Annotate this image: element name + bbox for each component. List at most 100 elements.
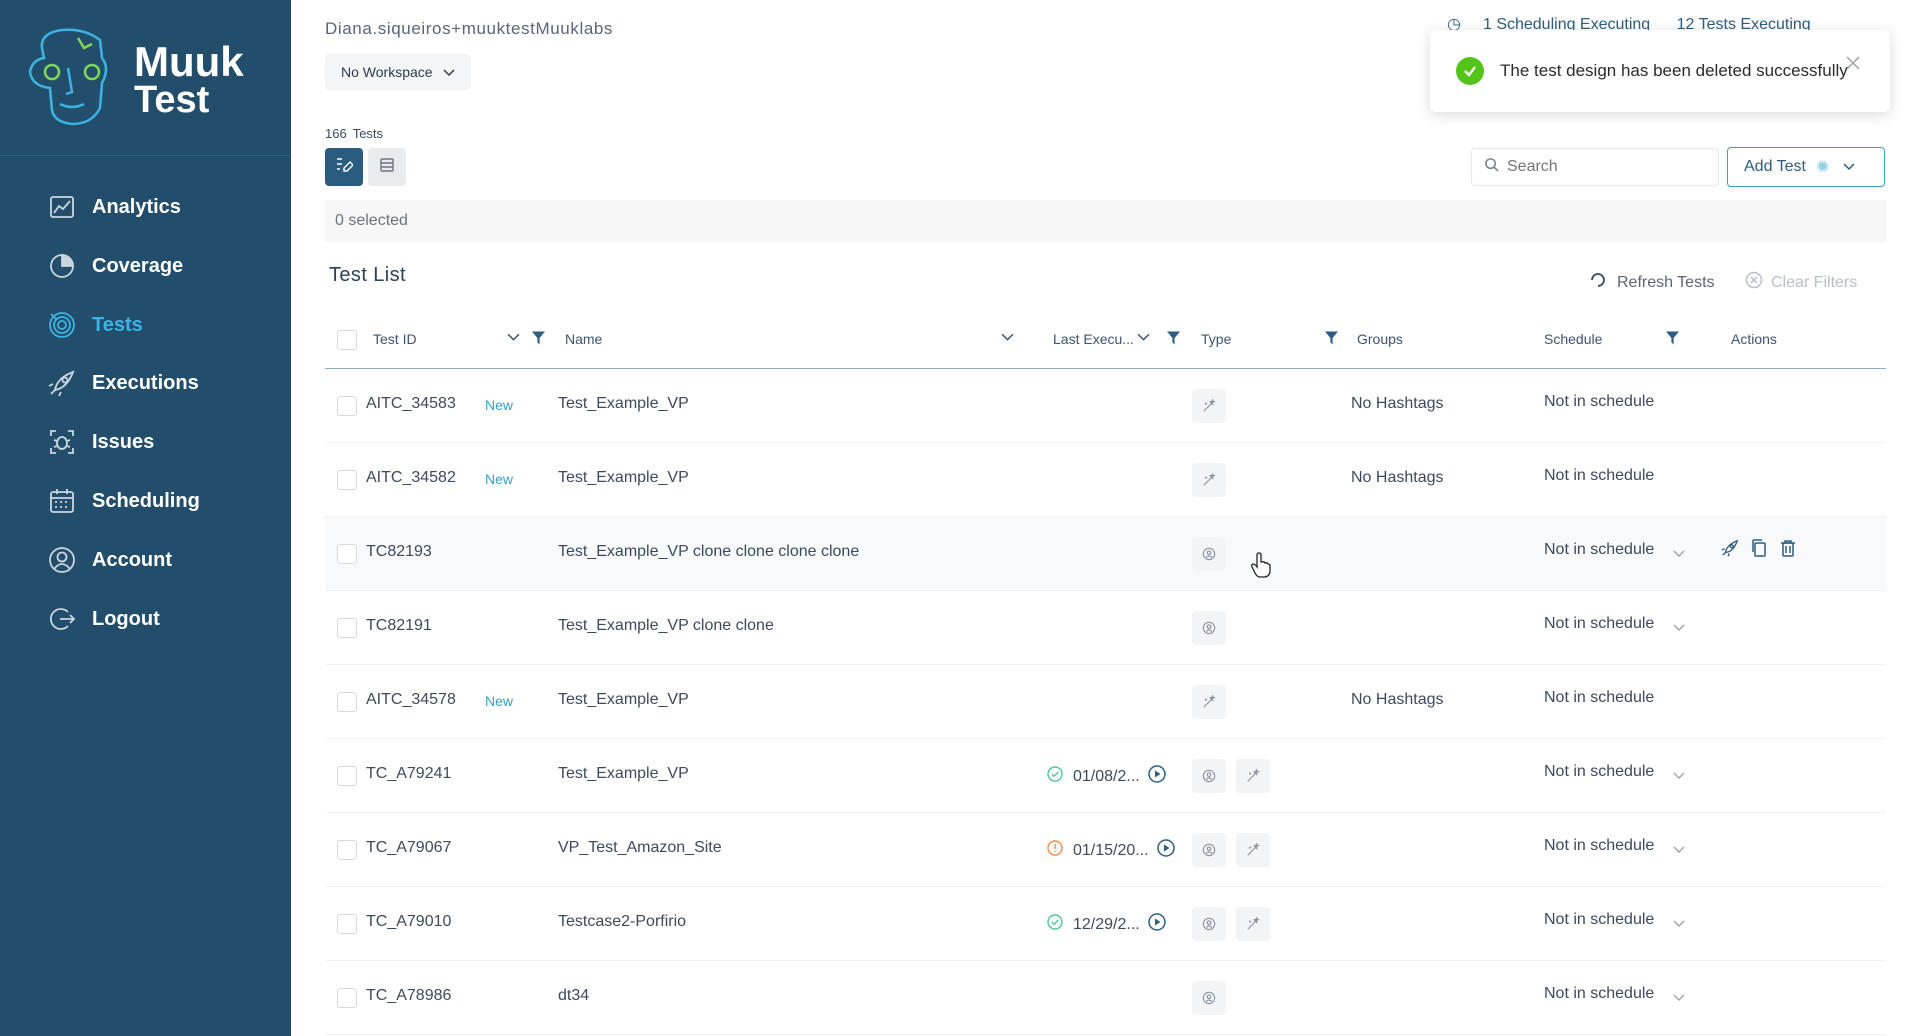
table-row[interactable]: TC82191 Test_Example_VP clone clone Not in… (325, 591, 1886, 665)
table-row[interactable]: TC_A79010 Testcase2-Porfirio 12/29/2... Not… (325, 887, 1886, 961)
run-rocket-icon[interactable] (1721, 539, 1739, 562)
sidebar-item-executions[interactable]: Executions (46, 363, 199, 403)
table-row[interactable]: AITC_34583 New Test_Example_VP No Hashtags N… (325, 369, 1886, 443)
filter-icon[interactable] (532, 331, 545, 350)
copy-icon[interactable] (1751, 539, 1767, 562)
sidebar-item-account[interactable]: Account (46, 540, 172, 580)
row-checkbox[interactable] (337, 470, 357, 490)
sidebar-item-scheduling[interactable]: Scheduling (46, 481, 200, 521)
close-icon[interactable] (1846, 56, 1860, 75)
ai-test-icon[interactable] (1192, 685, 1226, 719)
row-checkbox[interactable] (337, 618, 357, 638)
table-row[interactable]: TC82193 Test_Example_VP clone clone clone… (325, 517, 1886, 591)
test-name[interactable]: VP_Test_Amazon_Site (558, 839, 722, 857)
refresh-tests-button[interactable]: Refresh Tests (1589, 271, 1715, 294)
column-test-id[interactable]: Test ID (373, 331, 417, 347)
ai-test-icon[interactable] (1236, 833, 1270, 867)
sidebar-item-logout[interactable]: Logout (46, 599, 160, 639)
sidebar-item-issues[interactable]: Issues (46, 422, 154, 462)
filter-icon[interactable] (1167, 331, 1180, 350)
test-name[interactable]: dt34 (558, 987, 589, 1005)
schedule-status[interactable]: Not in schedule (1544, 911, 1654, 929)
sidebar-item-coverage[interactable]: Coverage (46, 246, 183, 286)
table-row[interactable]: TC_A79241 Test_Example_VP 01/08/2... Not in… (325, 739, 1886, 813)
sort-chevron-icon[interactable] (1001, 331, 1014, 349)
chevron-down-icon[interactable] (1673, 545, 1685, 563)
schedule-status[interactable]: Not in schedule (1544, 541, 1654, 559)
play-icon[interactable] (1147, 913, 1166, 936)
column-type[interactable]: Type (1201, 331, 1231, 347)
schedule-status[interactable]: Not in schedule (1544, 985, 1654, 1003)
recorded-test-icon[interactable] (1192, 907, 1226, 941)
schedule-status[interactable]: Not in schedule (1544, 615, 1654, 633)
ai-test-icon[interactable] (1192, 389, 1226, 423)
workspace-selector[interactable]: No Workspace (325, 54, 471, 90)
column-groups[interactable]: Groups (1357, 331, 1403, 347)
list-view-button[interactable] (325, 148, 363, 186)
ai-test-icon[interactable] (1236, 907, 1270, 941)
ai-test-icon[interactable] (1236, 759, 1270, 793)
test-id[interactable]: TC_A79241 (366, 765, 451, 783)
row-checkbox[interactable] (337, 396, 357, 416)
test-name[interactable]: Test_Example_VP (558, 691, 689, 709)
test-name[interactable]: Test_Example_VP (558, 469, 689, 487)
row-checkbox[interactable] (337, 988, 357, 1008)
last-execution-date[interactable]: 01/08/2... (1073, 768, 1140, 786)
row-checkbox[interactable] (337, 840, 357, 860)
muuktest-logo[interactable]: Muuk Test (22, 28, 272, 128)
row-checkbox[interactable] (337, 914, 357, 934)
chevron-down-icon[interactable] (1673, 841, 1685, 859)
test-id[interactable]: AITC_34578 (366, 691, 456, 709)
test-id[interactable]: TC82191 (366, 617, 432, 635)
table-row[interactable]: TC_A78986 dt34 Not in schedule (325, 961, 1886, 1035)
search-input[interactable] (1507, 158, 1707, 176)
recorded-test-icon[interactable] (1192, 833, 1226, 867)
column-name[interactable]: Name (565, 331, 602, 347)
recorded-test-icon[interactable] (1192, 981, 1226, 1015)
schedule-status[interactable]: Not in schedule (1544, 763, 1654, 781)
test-id[interactable]: AITC_34583 (366, 395, 456, 413)
chevron-down-icon[interactable] (1673, 915, 1685, 933)
grid-view-button[interactable] (368, 148, 406, 186)
recorded-test-icon[interactable] (1192, 537, 1226, 571)
ai-test-icon[interactable] (1192, 463, 1226, 497)
filter-icon[interactable] (1325, 331, 1338, 350)
recorded-test-icon[interactable] (1192, 759, 1226, 793)
column-last-execution[interactable]: Last Execu... (1053, 331, 1134, 347)
clear-filters-button[interactable]: Clear Filters (1745, 271, 1857, 294)
add-test-button[interactable]: Add Test ✺ (1727, 147, 1885, 187)
sort-chevron-icon[interactable] (1137, 331, 1150, 349)
table-row[interactable]: AITC_34578 New Test_Example_VP No Hashtags N… (325, 665, 1886, 739)
chevron-down-icon[interactable] (1673, 619, 1685, 637)
table-row[interactable]: AITC_34582 New Test_Example_VP No Hashtags N… (325, 443, 1886, 517)
chevron-down-icon[interactable] (1673, 989, 1685, 1007)
play-icon[interactable] (1156, 839, 1175, 862)
row-checkbox[interactable] (337, 692, 357, 712)
test-id[interactable]: TC_A79010 (366, 913, 451, 931)
test-name[interactable]: Test_Example_VP clone clone (558, 617, 774, 635)
schedule-status[interactable]: Not in schedule (1544, 837, 1654, 855)
play-icon[interactable] (1147, 765, 1166, 788)
row-checkbox[interactable] (337, 544, 357, 564)
last-execution-date[interactable]: 01/15/20... (1073, 842, 1149, 860)
sidebar-item-tests[interactable]: Tests (46, 305, 143, 345)
sidebar-item-analytics[interactable]: Analytics (46, 187, 181, 227)
table-row[interactable]: TC_A79067 VP_Test_Amazon_Site 01/15/20... N… (325, 813, 1886, 887)
recorded-test-icon[interactable] (1192, 611, 1226, 645)
test-name[interactable]: Test_Example_VP (558, 765, 689, 783)
test-name[interactable]: Test_Example_VP clone clone clone clone (558, 543, 859, 561)
test-name[interactable]: Test_Example_VP (558, 395, 689, 413)
test-id[interactable]: TC_A79067 (366, 839, 451, 857)
filter-icon[interactable] (1666, 331, 1679, 350)
last-execution-date[interactable]: 12/29/2... (1073, 916, 1140, 934)
select-all-checkbox[interactable] (337, 330, 357, 350)
test-name[interactable]: Testcase2-Porfirio (558, 913, 686, 931)
sort-chevron-icon[interactable] (507, 331, 520, 349)
test-id[interactable]: TC_A78986 (366, 987, 451, 1005)
test-id[interactable]: TC82193 (366, 543, 432, 561)
row-checkbox[interactable] (337, 766, 357, 786)
chevron-down-icon[interactable] (1673, 767, 1685, 785)
trash-icon[interactable] (1780, 539, 1796, 562)
test-id[interactable]: AITC_34582 (366, 469, 456, 487)
column-schedule[interactable]: Schedule (1544, 331, 1602, 347)
